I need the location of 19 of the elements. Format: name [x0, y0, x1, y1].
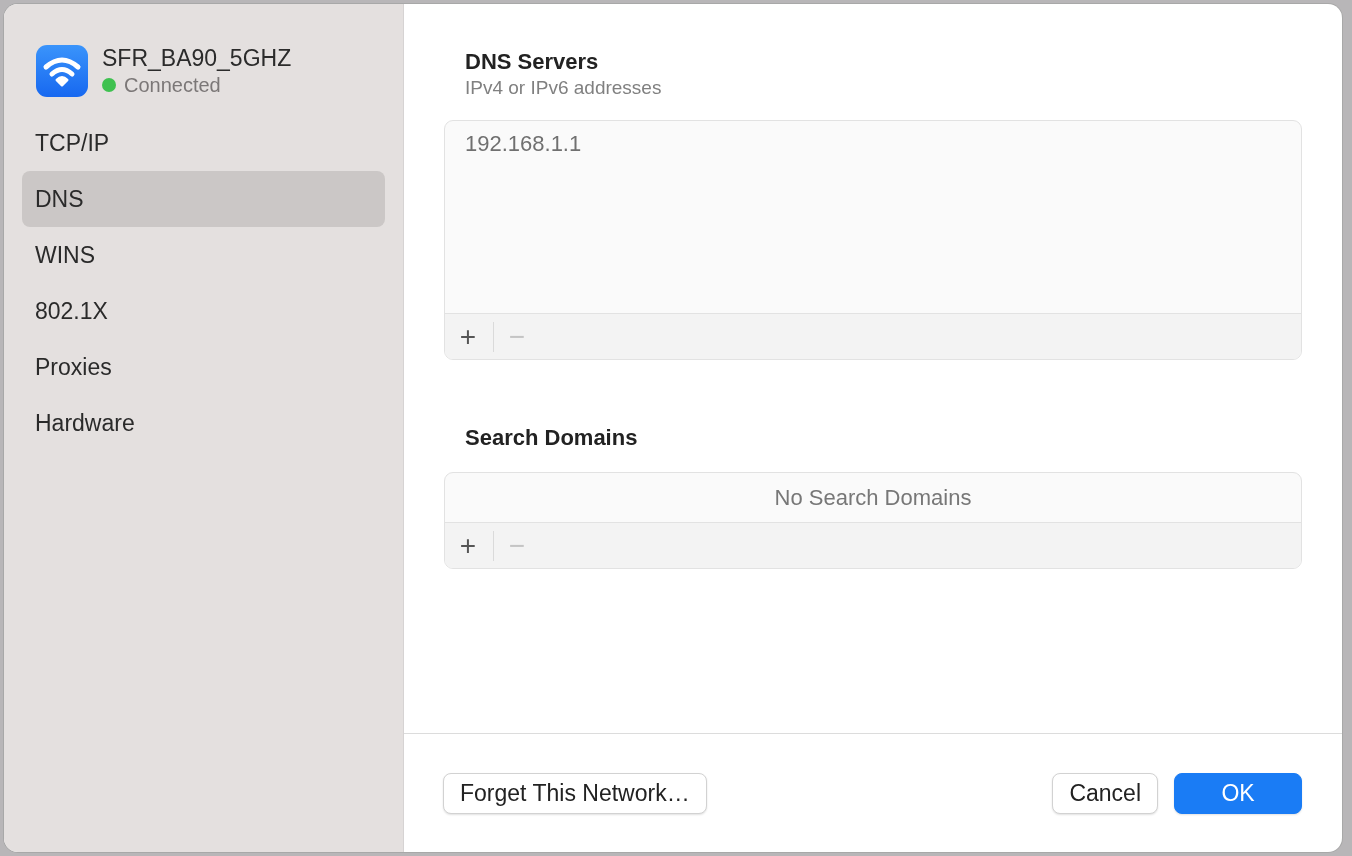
network-name: SFR_BA90_5GHZ: [102, 44, 292, 72]
section-title: DNS Servers: [465, 48, 600, 76]
dns-entry[interactable]: 192.168.1.1: [465, 131, 1281, 157]
sidebar-item[interactable]: TCP/IP: [22, 115, 385, 171]
section-title: Search Domains: [465, 424, 639, 452]
cancel-button[interactable]: Cancel: [1052, 772, 1158, 814]
add-button[interactable]: +: [455, 321, 481, 352]
forget-network-button[interactable]: Forget This Network…: [443, 772, 707, 814]
ok-button[interactable]: OK: [1174, 772, 1302, 814]
sidebar-item[interactable]: 802.1X: [22, 283, 385, 339]
section-subtitle: IPv4 or IPv6 addresses: [465, 76, 663, 100]
sidebar-item[interactable]: WINS: [22, 227, 385, 283]
empty-list-text: No Search Domains: [774, 484, 972, 511]
sidebar-item[interactable]: Proxies: [22, 339, 385, 395]
wifi-icon: [36, 45, 88, 97]
add-button[interactable]: +: [455, 530, 481, 561]
sidebar-item[interactable]: DNS: [22, 171, 385, 227]
sidebar-item[interactable]: Hardware: [22, 395, 385, 451]
connection-status: Connected: [124, 73, 221, 98]
